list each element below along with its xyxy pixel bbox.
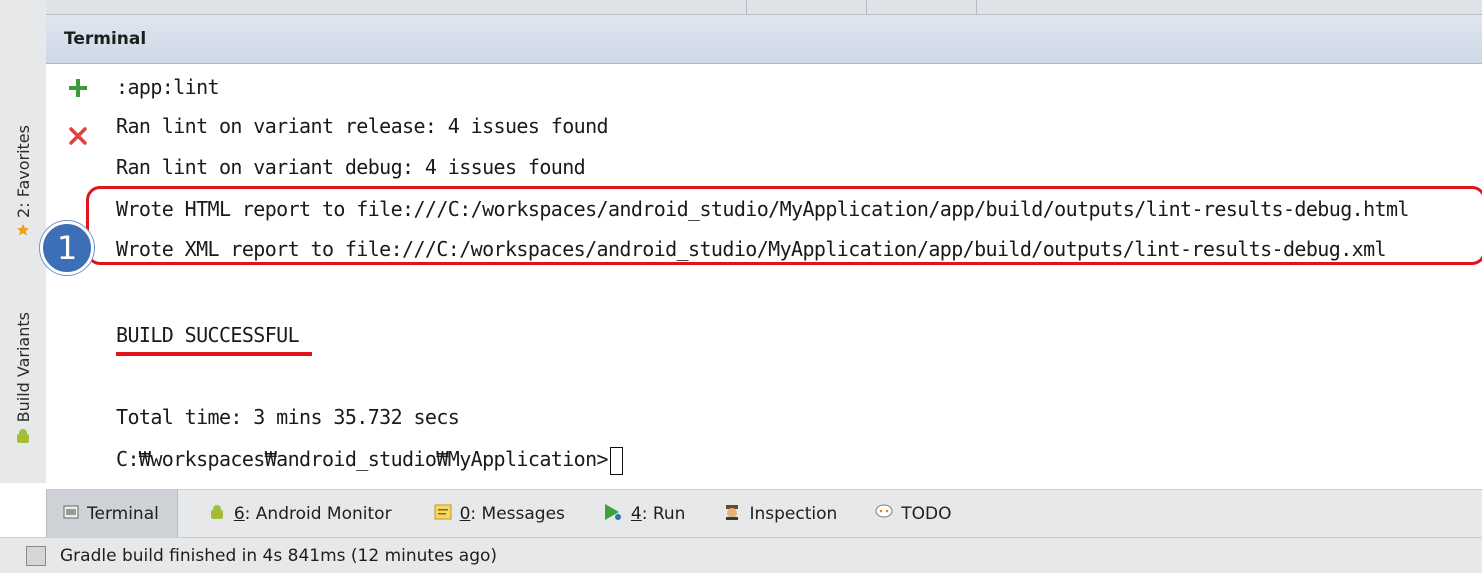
build-variants-tab[interactable]: Build Variants bbox=[0, 286, 46, 476]
todo-icon bbox=[875, 504, 893, 525]
build-variants-tab-label: Build Variants bbox=[13, 311, 33, 423]
console-line-build-status: BUILD SUCCESSFUL bbox=[116, 323, 300, 347]
console-prompt-line[interactable]: C:₩workspaces₩android_studio₩MyApplicati… bbox=[116, 444, 623, 475]
tool-window-android-monitor[interactable]: 6: Android Monitor bbox=[192, 490, 408, 538]
tool-windows-toggle-icon[interactable] bbox=[26, 545, 46, 566]
tool-window-label: : Messages bbox=[470, 504, 565, 524]
new-session-plus-icon[interactable] bbox=[66, 76, 90, 100]
console-line: :app:lint bbox=[116, 75, 220, 99]
terminal-console[interactable]: :app:lint Ran lint on variant release: 4… bbox=[116, 64, 1482, 483]
favorites-tab-label: 2: Favorites bbox=[13, 124, 33, 218]
tool-window-todo[interactable]: TODO bbox=[859, 490, 967, 538]
text-cursor bbox=[609, 446, 623, 475]
console-prompt: C:₩workspaces₩android_studio₩MyApplicati… bbox=[116, 447, 609, 471]
annotation-underline bbox=[116, 352, 312, 356]
annotation-highlight-box bbox=[86, 186, 1482, 265]
tool-window-terminal[interactable]: Terminal bbox=[46, 490, 178, 538]
console-line: Ran lint on variant debug: 4 issues foun… bbox=[116, 155, 586, 179]
terminal-panel-header: Terminal bbox=[46, 15, 1482, 64]
status-message: Gradle build finished in 4s 841ms (12 mi… bbox=[60, 545, 498, 566]
tool-window-label: Terminal bbox=[87, 504, 159, 524]
tool-window-inspection[interactable]: Inspection bbox=[707, 490, 853, 538]
terminal-panel-title: Terminal bbox=[64, 29, 147, 49]
tool-window-mnemonic: 0 bbox=[459, 504, 471, 524]
inspection-icon bbox=[723, 503, 741, 526]
messages-icon bbox=[434, 504, 452, 525]
favorites-star-icon bbox=[16, 222, 30, 241]
tool-window-bar: Terminal 6: Android Monitor 0: Messages … bbox=[46, 489, 1482, 538]
console-line: Ran lint on variant release: 4 issues fo… bbox=[116, 114, 609, 138]
editor-top-strip bbox=[46, 0, 1482, 15]
console-line-total-time: Total time: 3 mins 35.732 secs bbox=[116, 405, 460, 429]
tool-window-messages[interactable]: 0: Messages bbox=[418, 490, 581, 538]
tool-window-run[interactable]: 4: Run bbox=[587, 490, 702, 538]
close-session-close-icon[interactable] bbox=[66, 124, 90, 148]
tool-window-label: : Run bbox=[641, 504, 686, 524]
tool-window-mnemonic: 6 bbox=[233, 504, 245, 524]
terminal-gutter bbox=[46, 64, 106, 483]
tool-window-label: Inspection bbox=[749, 504, 838, 524]
tool-window-label: : Android Monitor bbox=[244, 504, 392, 524]
tool-window-mnemonic: 4 bbox=[630, 504, 642, 524]
tool-window-label: TODO bbox=[901, 504, 952, 524]
android-icon bbox=[14, 428, 32, 450]
annotation-number-badge: 1 bbox=[40, 221, 94, 275]
status-bar: Gradle build finished in 4s 841ms (12 mi… bbox=[0, 537, 1482, 573]
android-icon bbox=[208, 503, 226, 526]
terminal-icon bbox=[63, 504, 79, 525]
run-icon bbox=[603, 503, 623, 526]
